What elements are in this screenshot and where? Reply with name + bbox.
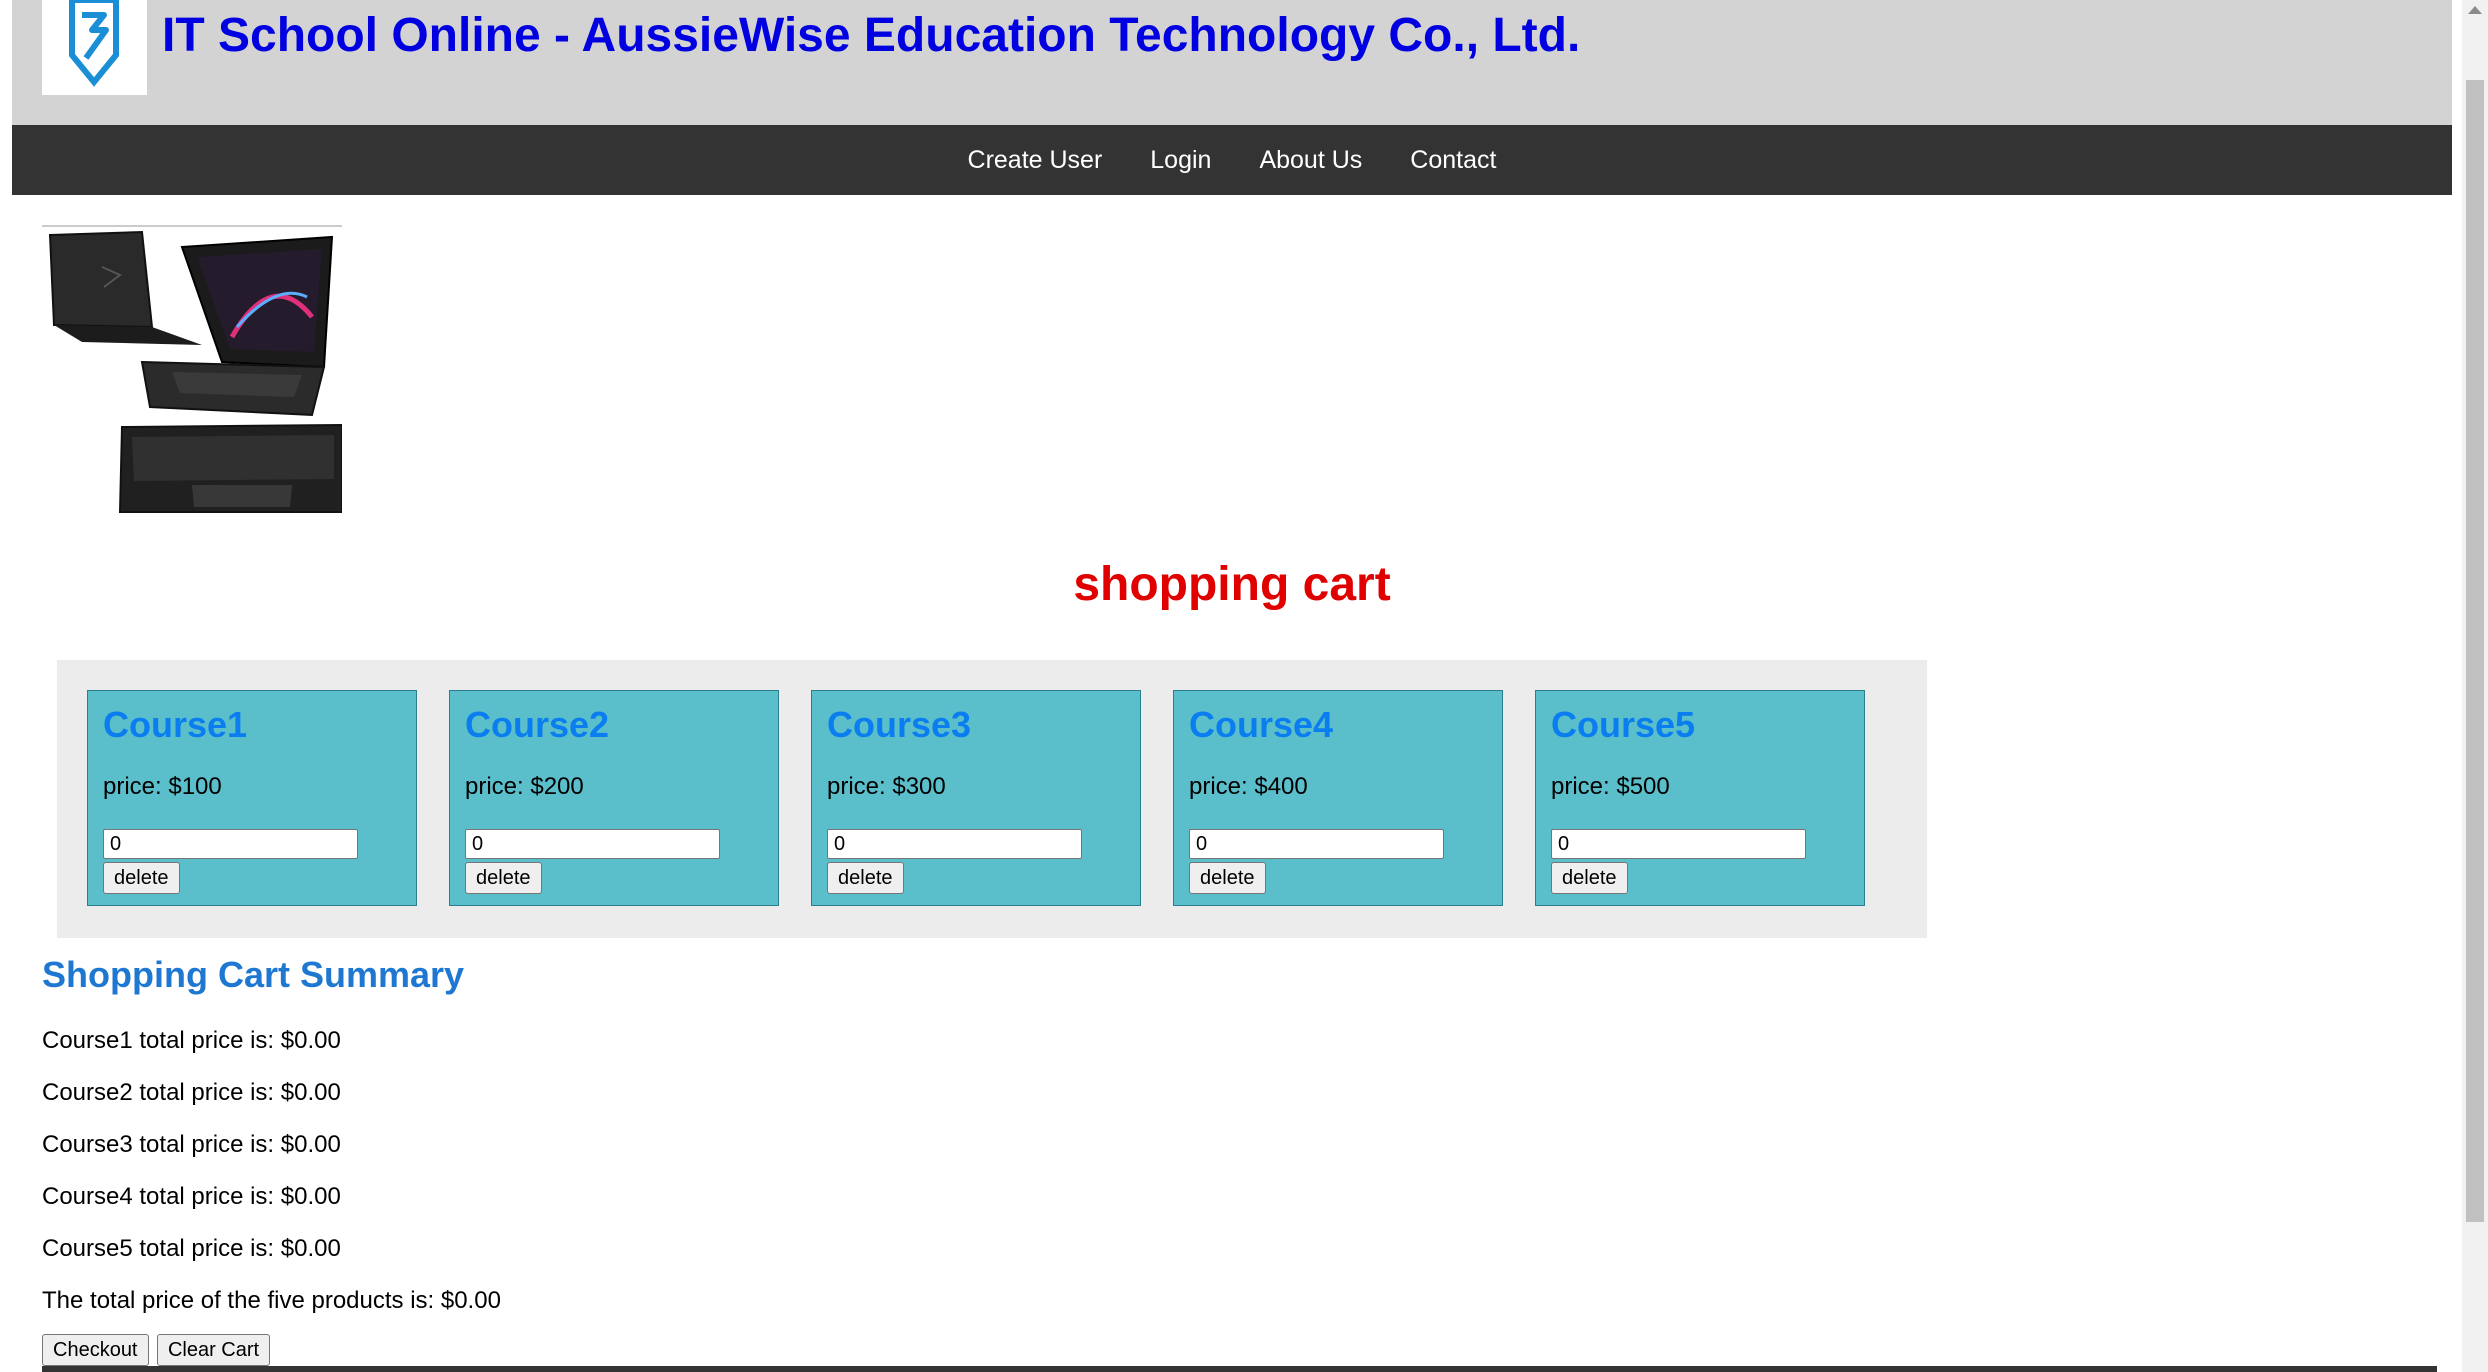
course-card: Course1 price: $100 delete bbox=[87, 690, 417, 906]
course-card: Course5 price: $500 delete bbox=[1535, 690, 1865, 906]
site-title: IT School Online - AussieWise Education … bbox=[162, 9, 1581, 62]
laptop-product-image bbox=[42, 225, 343, 515]
course-title: Course2 bbox=[465, 704, 610, 745]
nav-about-us[interactable]: About Us bbox=[1235, 125, 1386, 195]
course-price: price: $100 bbox=[103, 773, 222, 800]
quantity-input[interactable] bbox=[827, 829, 1082, 859]
course-title: Course3 bbox=[827, 704, 972, 745]
cart-actions: Checkout Clear Cart bbox=[42, 1334, 274, 1366]
course-price: price: $400 bbox=[1189, 773, 1308, 800]
delete-button[interactable]: delete bbox=[103, 862, 180, 894]
quantity-input[interactable] bbox=[465, 829, 720, 859]
course-title: Course4 bbox=[1189, 704, 1334, 745]
course-title: Course1 bbox=[103, 704, 248, 745]
site-header: IT School Online - AussieWise Education … bbox=[12, 0, 2452, 125]
delete-button[interactable]: delete bbox=[1551, 862, 1628, 894]
summary-line: Course4 total price is: $0.00 bbox=[42, 1183, 341, 1210]
cart-summary: Shopping Cart Summary Course1 total pric… bbox=[42, 945, 1242, 1327]
page: IT School Online - AussieWise Education … bbox=[12, 0, 2452, 1372]
main-nav: Create User Login About Us Contact bbox=[12, 125, 2452, 195]
nav-create-user[interactable]: Create User bbox=[944, 125, 1127, 195]
quantity-input[interactable] bbox=[103, 829, 358, 859]
summary-total: The total price of the five products is:… bbox=[42, 1287, 501, 1314]
course-title: Course5 bbox=[1551, 704, 1696, 745]
course-list: Course1 price: $100 delete Course2 price… bbox=[57, 660, 1927, 938]
cart-title: shopping cart bbox=[1073, 558, 1391, 611]
shield-logo-icon bbox=[42, 0, 147, 95]
delete-button[interactable]: delete bbox=[827, 862, 904, 894]
nav-login[interactable]: Login bbox=[1126, 125, 1235, 195]
delete-button[interactable]: delete bbox=[465, 862, 542, 894]
scrollbar-thumb[interactable] bbox=[2466, 80, 2484, 1222]
clear-cart-button[interactable]: Clear Cart bbox=[156, 1334, 271, 1366]
summary-line: Course1 total price is: $0.00 bbox=[42, 1027, 341, 1054]
summary-line: Course5 total price is: $0.00 bbox=[42, 1235, 341, 1262]
quantity-input[interactable] bbox=[1189, 829, 1444, 859]
course-price: price: $300 bbox=[827, 773, 946, 800]
summary-title: Shopping Cart Summary bbox=[42, 954, 465, 995]
course-price: price: $500 bbox=[1551, 773, 1670, 800]
delete-button[interactable]: delete bbox=[1189, 862, 1266, 894]
course-card: Course4 price: $400 delete bbox=[1173, 690, 1503, 906]
summary-line: Course2 total price is: $0.00 bbox=[42, 1079, 341, 1106]
quantity-input[interactable] bbox=[1551, 829, 1806, 859]
scroll-up-arrow-icon[interactable] bbox=[2468, 6, 2482, 14]
course-price: price: $200 bbox=[465, 773, 584, 800]
course-card: Course3 price: $300 delete bbox=[811, 690, 1141, 906]
course-card: Course2 price: $200 delete bbox=[449, 690, 779, 906]
checkout-button[interactable]: Checkout bbox=[42, 1334, 149, 1366]
vertical-scrollbar[interactable] bbox=[2462, 0, 2488, 1372]
footer-divider bbox=[42, 1366, 2437, 1372]
summary-line: Course3 total price is: $0.00 bbox=[42, 1131, 341, 1158]
nav-contact[interactable]: Contact bbox=[1386, 125, 1520, 195]
